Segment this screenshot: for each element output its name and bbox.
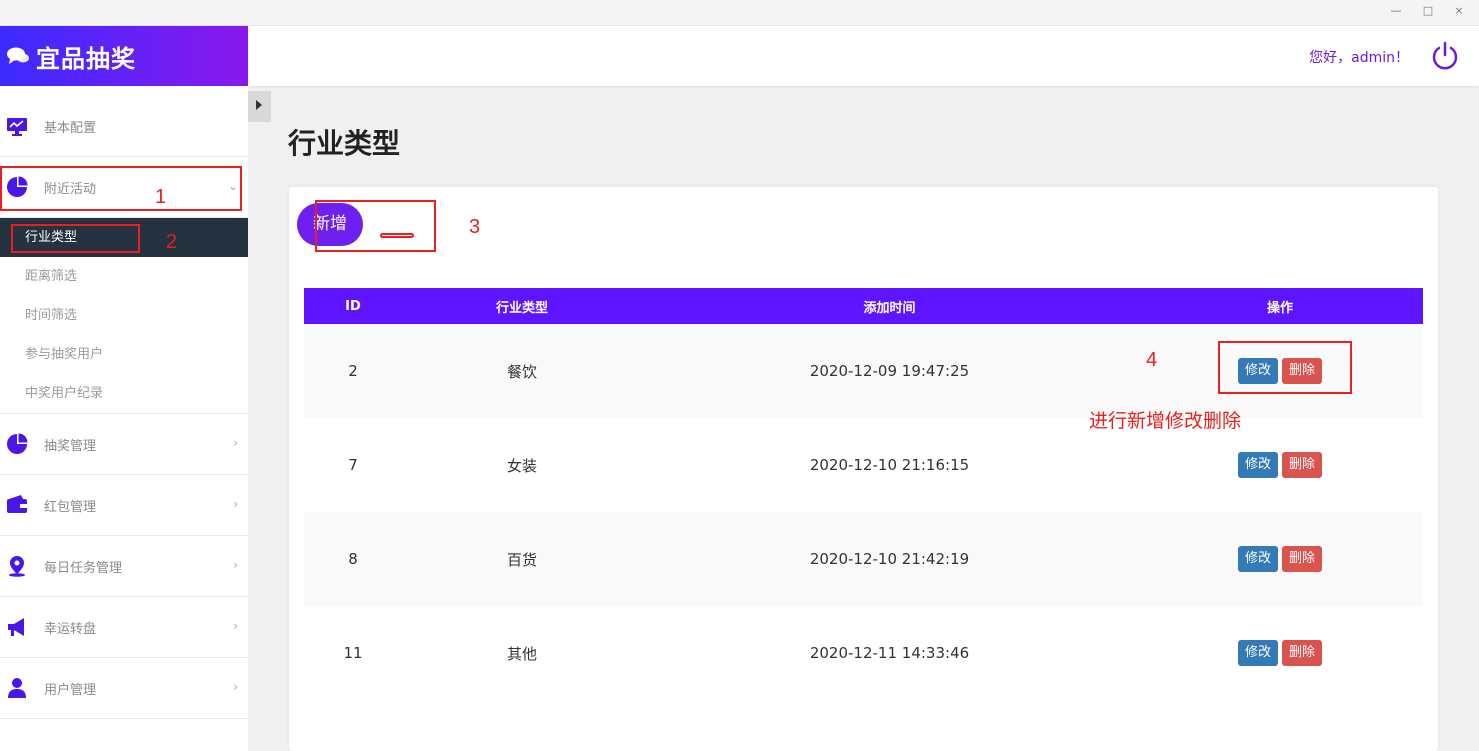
user-greeting: 您好，admin！ (1309, 50, 1409, 66)
delete-button[interactable]: 删除 (1282, 546, 1322, 572)
annotation-number-4: 4 (1146, 349, 1158, 371)
sidebar-item-red-packet[interactable]: 红包管理 › (0, 475, 248, 536)
submenu-item-distance-filter[interactable]: 距离筛选 (0, 257, 248, 296)
app-title: 宜品抽奖 (36, 44, 136, 73)
annotation-box-1 (0, 166, 242, 211)
cell-time: 2020-12-10 21:16:15 (809, 456, 970, 474)
submenu-item-time-filter[interactable]: 时间筛选 (0, 296, 248, 335)
cell-id: 7 (348, 456, 358, 474)
annotation-number-1: 1 (155, 186, 167, 208)
cell-type: 女装 (506, 456, 537, 475)
table-row: 8 百货 2020-12-10 21:42:19 修改 删除 (304, 512, 1423, 606)
cell-type: 百货 (402, 512, 642, 606)
sidebar-item-label: 抽奖管理 (44, 438, 97, 454)
megaphone-icon (8, 618, 24, 636)
annotation-box-2 (11, 224, 140, 253)
edit-button[interactable]: 修改 (1238, 452, 1278, 478)
cell-time: 2020-12-10 21:42:19 (642, 512, 1137, 606)
sidebar-item-basic-config[interactable]: 基本配置 (0, 86, 248, 157)
submenu-item-winner-records[interactable]: 中奖用户纪录 (0, 374, 248, 413)
user-icon (8, 678, 26, 698)
map-pin-icon (9, 556, 25, 577)
annotation-box-3 (315, 200, 436, 252)
chevron-right-icon: › (233, 619, 238, 633)
sidebar-item-lucky-wheel[interactable]: 幸运转盘 › (0, 597, 248, 658)
column-header-id: ID (304, 288, 402, 324)
sidebar-item-daily-tasks[interactable]: 每日任务管理 › (0, 536, 248, 597)
delete-button[interactable]: 删除 (1282, 452, 1322, 478)
edit-button[interactable]: 修改 (1238, 640, 1278, 666)
chat-bubbles-icon (7, 47, 29, 64)
sidebar-item-label: 基本配置 (44, 120, 97, 136)
submenu-item-participants[interactable]: 参与抽奖用户 (0, 335, 248, 374)
cell-actions: 修改 删除 (1137, 512, 1423, 606)
delete-button[interactable]: 删除 (1282, 640, 1322, 666)
monitor-chart-icon (7, 118, 27, 136)
table-row: 7 女装 2020-12-10 21:16:15 修改 删除 (304, 418, 1423, 512)
window-titlebar: — □ × (0, 0, 1479, 26)
sidebar-item-label: 幸运转盘 (44, 621, 97, 637)
close-icon[interactable]: × (1452, 4, 1466, 18)
annotation-note: 进行新增修改删除 (1089, 410, 1242, 432)
annotation-underline (380, 233, 414, 238)
power-icon[interactable] (1429, 40, 1461, 72)
top-header: 您好，admin！ (248, 26, 1479, 86)
pie-chart-icon (7, 433, 28, 454)
wallet-icon (7, 495, 27, 513)
page-title: 行业类型 (288, 127, 401, 160)
minimize-icon[interactable]: — (1389, 4, 1403, 18)
maximize-icon[interactable]: □ (1421, 4, 1435, 18)
annotation-box-4 (1218, 341, 1352, 394)
sidebar-item-label: 每日任务管理 (44, 560, 123, 576)
annotation-number-3: 3 (469, 216, 481, 238)
cell-time: 2020-12-11 14:33:46 (809, 644, 970, 662)
annotation-number-2: 2 (166, 231, 178, 253)
chevron-right-icon: › (233, 497, 238, 511)
cell-id: 11 (343, 644, 363, 662)
column-header-time: 添加时间 (642, 288, 1137, 324)
chevron-right-icon: › (233, 436, 238, 450)
table-header-row: ID 行业类型 添加时间 操作 (304, 288, 1423, 324)
cell-type: 餐饮 (402, 324, 642, 418)
chevron-right-icon: › (233, 558, 238, 572)
cell-type: 其他 (506, 644, 537, 663)
sidebar-item-lottery-management[interactable]: 抽奖管理 › (0, 414, 248, 475)
caret-right-icon (256, 100, 262, 110)
cell-time: 2020-12-09 19:47:25 (642, 324, 1137, 418)
sidebar-item-user-management[interactable]: 用户管理 › (0, 658, 248, 719)
column-header-type: 行业类型 (402, 288, 642, 324)
chevron-right-icon: › (233, 680, 238, 694)
sidebar-item-label: 红包管理 (44, 499, 97, 515)
edit-button[interactable]: 修改 (1238, 546, 1278, 572)
cell-actions: 修改 删除 (1137, 606, 1423, 700)
sidebar-toggle-button[interactable] (248, 91, 271, 122)
brand-bar: 宜品抽奖 (0, 26, 248, 86)
cell-id: 2 (304, 324, 402, 418)
content-card: 新增 ID 行业类型 添加时间 操作 2 餐饮 2020-12-09 19:47… (289, 187, 1438, 751)
column-header-actions: 操作 (1137, 288, 1423, 324)
sidebar-item-label: 用户管理 (44, 682, 97, 698)
cell-id: 8 (304, 512, 402, 606)
table-row: 11 其他 2020-12-11 14:33:46 修改 删除 (304, 606, 1423, 700)
